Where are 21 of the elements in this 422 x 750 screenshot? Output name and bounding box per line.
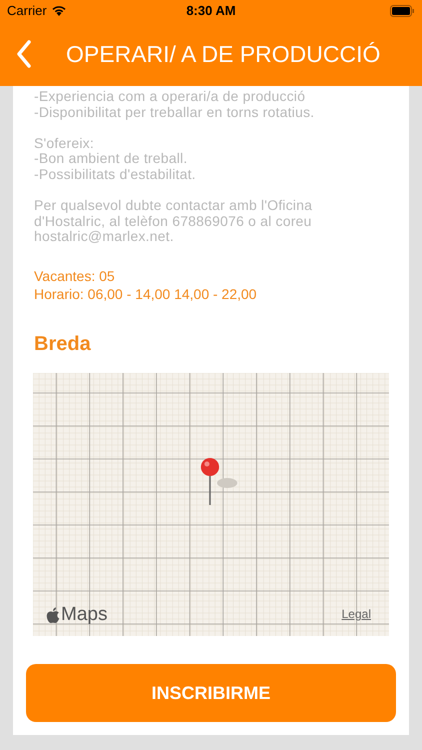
legal-link[interactable]: Legal (342, 604, 371, 623)
location-title: Breda (33, 332, 92, 357)
description-line: hostalric@marlex.net. (34, 229, 175, 245)
detail-line: Vacantes: 05 (34, 266, 116, 285)
wifi-icon (50, 5, 67, 17)
detail-line: Horario: 06,00 - 14,00 14,00 - 22,00 (34, 284, 258, 303)
description-line: d'Hostalric, al telèfon 678869076 o al coreu (34, 214, 313, 230)
back-icon (16, 40, 32, 68)
battery-icon (390, 5, 415, 17)
description-line: -Possibilitats d'estabilitat. (34, 166, 197, 183)
apple-icon (46, 606, 60, 624)
description-line: -Bon ambient de treball. (34, 151, 188, 167)
description-line: -Experiencia com a operari/a de producció (34, 89, 306, 105)
status-time: 8:30 AM (186, 2, 236, 20)
description-line: Per qualsevol dubte contactar amb l'Oficina (34, 198, 314, 214)
description-line: -Disponibilitat per treballar en torns rotatius. (34, 104, 316, 120)
maps-label: Maps (61, 604, 108, 624)
carrier-label: Carrier (7, 2, 47, 20)
page-title: OPERARI/ A DE PRODUCCIÓ (66, 40, 380, 69)
description-line: S'ofereix: (34, 136, 95, 152)
map-view[interactable]: Maps Legal (33, 372, 389, 636)
